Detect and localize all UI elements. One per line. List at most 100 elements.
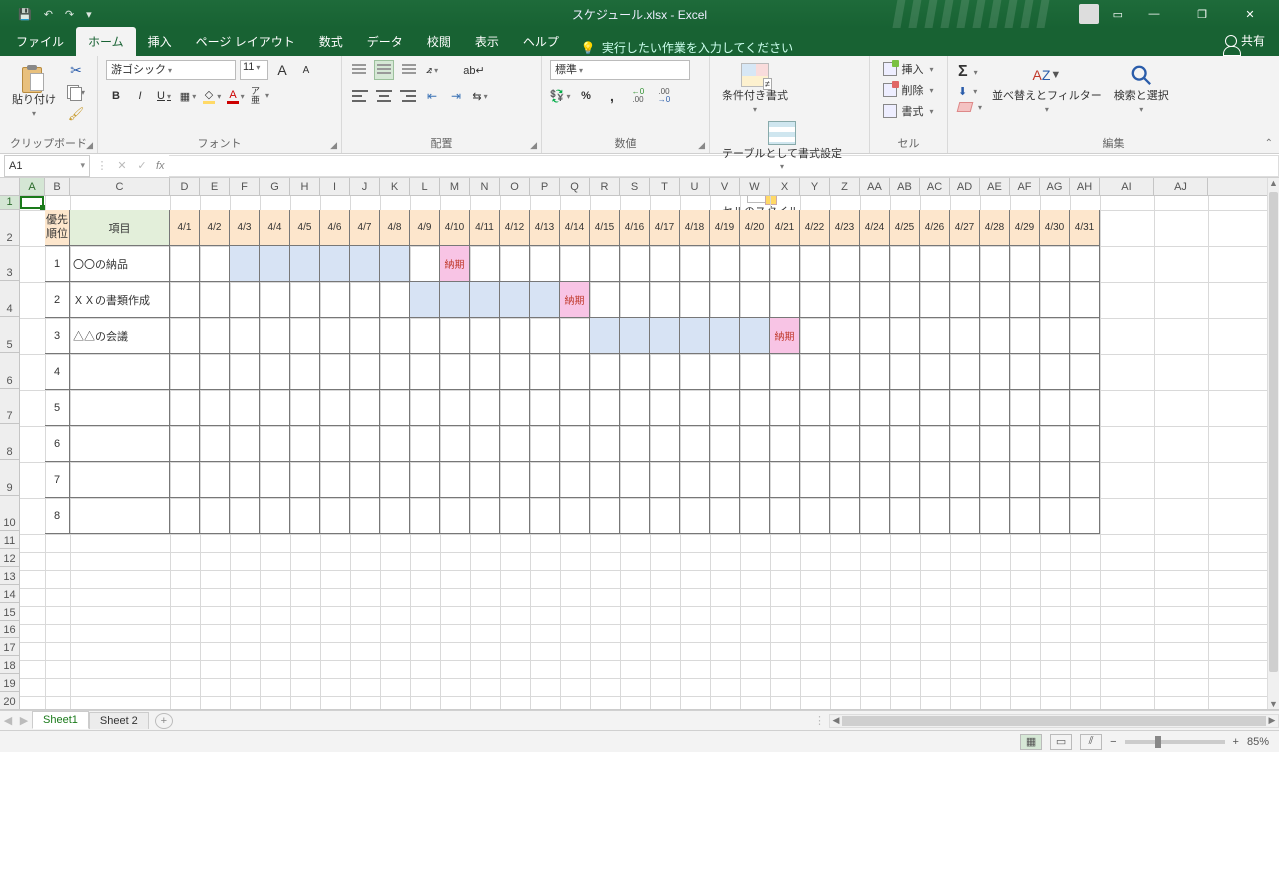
task-4-day-18[interactable]	[710, 390, 740, 426]
task-1-day-8[interactable]	[410, 282, 440, 318]
align-bottom-button[interactable]	[398, 60, 418, 80]
task-4-day-11[interactable]	[500, 390, 530, 426]
task-4-day-20[interactable]	[770, 390, 800, 426]
task-5-day-18[interactable]	[710, 426, 740, 462]
cut-button[interactable]: ✂	[66, 60, 86, 80]
task-2-day-16[interactable]	[650, 318, 680, 354]
row-header-3[interactable]: 3	[0, 246, 19, 282]
page-break-view-button[interactable]: ⫽	[1080, 734, 1102, 750]
task-7-day-9[interactable]	[440, 498, 470, 534]
task-1-day-22[interactable]	[830, 282, 860, 318]
task-6-day-22[interactable]	[830, 462, 860, 498]
task-7-day-11[interactable]	[500, 498, 530, 534]
column-header-F[interactable]: F	[230, 178, 260, 195]
task-7-day-21[interactable]	[800, 498, 830, 534]
row-header-7[interactable]: 7	[0, 389, 19, 425]
task-2-day-0[interactable]	[170, 318, 200, 354]
column-header-Z[interactable]: Z	[830, 178, 860, 195]
task-7-day-2[interactable]	[230, 498, 260, 534]
header-date-0[interactable]: 4/1	[170, 210, 200, 246]
task-7-day-27[interactable]	[980, 498, 1010, 534]
task-2-day-6[interactable]	[350, 318, 380, 354]
header-date-28[interactable]: 4/29	[1010, 210, 1040, 246]
row-header-17[interactable]: 17	[0, 638, 19, 656]
collapse-ribbon-button[interactable]: ⌃	[1265, 138, 1273, 149]
row-header-20[interactable]: 20	[0, 692, 19, 710]
header-date-30[interactable]: 4/31	[1070, 210, 1100, 246]
task-2-day-15[interactable]	[620, 318, 650, 354]
task-2-day-30[interactable]	[1070, 318, 1100, 354]
accounting-format-button[interactable]: 💱	[550, 86, 570, 106]
insert-cells-button[interactable]: 挿入	[881, 60, 935, 78]
task-0-day-21[interactable]	[800, 246, 830, 282]
share-button[interactable]: 共有	[1225, 32, 1265, 49]
task-7-day-20[interactable]	[770, 498, 800, 534]
header-date-25[interactable]: 4/26	[920, 210, 950, 246]
paste-button[interactable]: 貼り付け ▾	[8, 64, 60, 120]
task-7-day-8[interactable]	[410, 498, 440, 534]
task-4-day-14[interactable]	[590, 390, 620, 426]
zoom-out-button[interactable]: −	[1110, 736, 1116, 748]
conditional-formatting-button[interactable]: 条件付き書式▾	[718, 60, 792, 116]
column-header-D[interactable]: D	[170, 178, 200, 195]
task-3-day-26[interactable]	[950, 354, 980, 390]
row-header-19[interactable]: 19	[0, 674, 19, 692]
align-top-button[interactable]	[350, 60, 370, 80]
task-4-day-7[interactable]	[380, 390, 410, 426]
task-1-day-29[interactable]	[1040, 282, 1070, 318]
task-5-day-28[interactable]	[1010, 426, 1040, 462]
header-date-19[interactable]: 4/20	[740, 210, 770, 246]
task-7-day-6[interactable]	[350, 498, 380, 534]
task-2-day-24[interactable]	[890, 318, 920, 354]
task-0-day-5[interactable]	[320, 246, 350, 282]
task-6-day-1[interactable]	[200, 462, 230, 498]
column-header-AJ[interactable]: AJ	[1154, 178, 1208, 195]
task-priority-0[interactable]: 1	[45, 246, 70, 282]
comma-button[interactable]: ,	[602, 86, 622, 106]
task-2-day-1[interactable]	[200, 318, 230, 354]
task-3-day-20[interactable]	[770, 354, 800, 390]
column-header-X[interactable]: X	[770, 178, 800, 195]
task-1-day-19[interactable]	[740, 282, 770, 318]
task-3-day-29[interactable]	[1040, 354, 1070, 390]
task-5-day-9[interactable]	[440, 426, 470, 462]
column-header-Y[interactable]: Y	[800, 178, 830, 195]
task-7-day-26[interactable]	[950, 498, 980, 534]
task-item-5[interactable]	[70, 426, 170, 462]
task-7-day-1[interactable]	[200, 498, 230, 534]
task-5-day-21[interactable]	[800, 426, 830, 462]
task-4-day-3[interactable]	[260, 390, 290, 426]
wrap-text-button[interactable]: ab↵	[464, 60, 484, 80]
task-priority-6[interactable]: 7	[45, 462, 70, 498]
account-avatar[interactable]	[1079, 4, 1099, 24]
column-header-L[interactable]: L	[410, 178, 440, 195]
task-7-day-28[interactable]	[1010, 498, 1040, 534]
tab-view[interactable]: 表示	[463, 27, 511, 56]
task-2-day-22[interactable]	[830, 318, 860, 354]
row-headers[interactable]: 1234567891011121314151617181920	[0, 196, 20, 710]
ribbon-display-icon[interactable]: ▭	[1113, 8, 1123, 21]
task-0-day-29[interactable]	[1040, 246, 1070, 282]
tell-me-search[interactable]: 💡 実行したい作業を入力してください	[571, 39, 803, 56]
task-0-day-24[interactable]	[890, 246, 920, 282]
header-date-12[interactable]: 4/13	[530, 210, 560, 246]
task-2-day-2[interactable]	[230, 318, 260, 354]
horizontal-scrollbar[interactable]: ◀ ▶	[829, 714, 1279, 728]
task-6-day-9[interactable]	[440, 462, 470, 498]
task-7-day-7[interactable]	[380, 498, 410, 534]
zoom-thumb[interactable]	[1155, 736, 1161, 748]
header-date-21[interactable]: 4/22	[800, 210, 830, 246]
task-6-day-20[interactable]	[770, 462, 800, 498]
tab-insert[interactable]: 挿入	[136, 27, 184, 56]
task-6-day-11[interactable]	[500, 462, 530, 498]
column-header-AH[interactable]: AH	[1070, 178, 1100, 195]
minimize-button[interactable]: —	[1137, 8, 1171, 20]
task-6-day-13[interactable]	[560, 462, 590, 498]
task-4-day-15[interactable]	[620, 390, 650, 426]
close-button[interactable]: ✕	[1233, 8, 1267, 21]
task-1-day-16[interactable]	[650, 282, 680, 318]
header-date-22[interactable]: 4/23	[830, 210, 860, 246]
task-1-day-10[interactable]	[470, 282, 500, 318]
task-0-day-7[interactable]	[380, 246, 410, 282]
task-3-day-3[interactable]	[260, 354, 290, 390]
